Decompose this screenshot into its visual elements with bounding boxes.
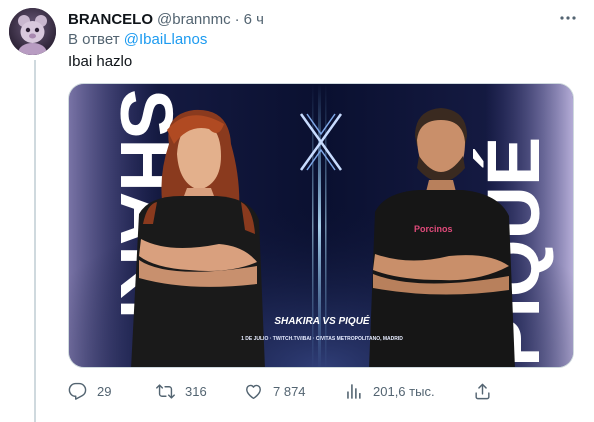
reply-context: В ответ @IbaiLlanos	[68, 31, 207, 48]
tweet-header: BRANCELO @brannmc · 6 ч	[68, 9, 264, 29]
avatar-image	[9, 8, 56, 55]
avatar[interactable]	[9, 8, 56, 55]
tweet-actions: 29 316 7 874 201,6 тыс.	[68, 378, 498, 404]
tweet-media[interactable]: SHAKI PIQUÉ Porcinos SHAKIRA VS PIQUÉ 1 …	[68, 83, 574, 368]
reply-count: 29	[97, 383, 112, 399]
like-count: 7 874	[273, 383, 306, 399]
more-dots-icon[interactable]	[556, 6, 580, 30]
reply-mention-link[interactable]: @IbaiLlanos	[124, 31, 208, 48]
event-info: 1 DE JULIO · TWITCH.TV/IBAI · CIVITAS ME…	[241, 336, 403, 342]
display-name[interactable]: BRANCELO	[68, 11, 153, 28]
retweet-button[interactable]: 316	[156, 378, 207, 404]
like-icon	[244, 382, 263, 401]
views-button[interactable]: 201,6 тыс.	[344, 378, 435, 404]
share-icon	[473, 382, 492, 401]
reply-button[interactable]: 29	[68, 378, 111, 404]
user-handle[interactable]: @brannmc	[157, 11, 231, 28]
retweet-count: 316	[185, 383, 207, 399]
shirt-text: Porcinos	[414, 224, 453, 234]
tweet[interactable]: BRANCELO @brannmc · 6 ч В ответ @IbaiLla…	[0, 0, 594, 422]
thread-line	[34, 60, 36, 422]
like-button[interactable]: 7 874	[244, 378, 306, 404]
reply-prefix: В ответ	[68, 31, 120, 48]
separator-dot: ·	[234, 10, 240, 28]
views-count: 201,6 тыс.	[373, 383, 435, 399]
tweet-text: Ibai hazlo	[68, 53, 133, 70]
matchup-title: SHAKIRA VS PIQUÉ	[274, 314, 370, 327]
share-button[interactable]	[473, 378, 492, 404]
retweet-icon	[156, 382, 175, 401]
reply-icon	[68, 382, 87, 401]
media-image: SHAKI PIQUÉ Porcinos SHAKIRA VS PIQUÉ 1 …	[69, 84, 573, 367]
views-icon	[344, 382, 363, 401]
timestamp[interactable]: 6 ч	[244, 11, 264, 28]
